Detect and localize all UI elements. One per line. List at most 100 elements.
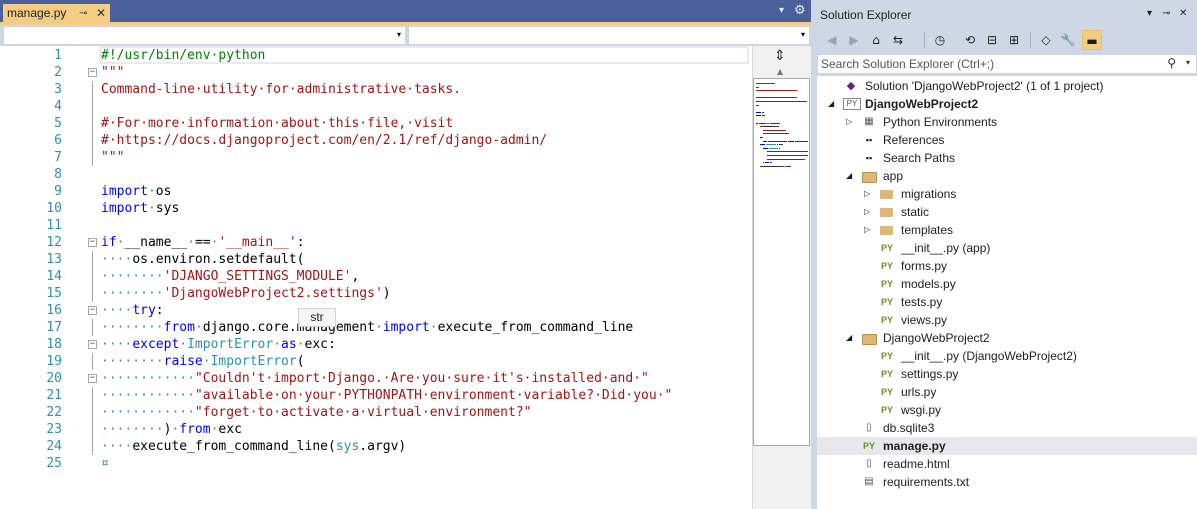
code-line[interactable]: 21 ············"available·on·your·PYTHONP… [0, 387, 752, 404]
minimap-stroke [762, 111, 765, 113]
tree-item[interactable]: PY tests.py [817, 293, 1197, 311]
tree-item[interactable]: ▷ ▦ Python Environments [817, 113, 1197, 131]
window-position-icon[interactable]: ▾ [1147, 8, 1152, 19]
tree-item[interactable]: ◢ app [817, 167, 1197, 185]
tree-item[interactable]: PY __init__.py (DjangoWebProject2) [817, 347, 1197, 365]
vertical-scrollbar[interactable]: ⇕ ▲ [752, 46, 811, 509]
code-line[interactable]: 10 import·sys [0, 200, 752, 217]
code-line[interactable]: 7 """ [0, 149, 752, 166]
switch-views-icon[interactable]: ⇆ [888, 30, 908, 50]
sync-icon[interactable]: ⟲ [960, 30, 980, 50]
tree-item[interactable]: ▯ db.sqlite3 [817, 419, 1197, 437]
code-text: ····try: [101, 302, 164, 319]
tree-item[interactable]: ▤ requirements.txt [817, 473, 1197, 491]
tree-item[interactable]: ▷ templates [817, 221, 1197, 239]
gear-icon[interactable]: ⚙ [794, 3, 806, 18]
wrench-icon[interactable]: 🔧 [1058, 30, 1078, 50]
tree-item[interactable]: ▯ readme.html [817, 455, 1197, 473]
code-text: """ [101, 64, 124, 81]
code-line[interactable]: 14 ········'DJANGO_SETTINGS_MODULE', [0, 268, 752, 285]
tree-item[interactable]: PY views.py [817, 311, 1197, 329]
pending-changes-icon[interactable]: ◷ [930, 30, 950, 50]
code-line[interactable]: 15 ········'DjangoWebProject2.settings') [0, 285, 752, 302]
code-line[interactable]: 4 [0, 98, 752, 115]
tree-item[interactable]: PY forms.py [817, 257, 1197, 275]
split-window-icon[interactable]: ⇕ [774, 48, 786, 64]
code-line[interactable]: 12− if·__name__·==·'__main__': [0, 234, 752, 251]
scope-dropdown[interactable]: ▾ [3, 26, 406, 45]
minimap-stroke [756, 101, 808, 102]
tab-manage-py[interactable]: manage.py ⊸ ✕ [3, 4, 110, 23]
code-text: Command-line·utility·for·administrative·… [101, 81, 461, 98]
code-line[interactable]: 17 ········from·django.core.management·im… [0, 319, 752, 336]
code-line[interactable]: 2 − """ [0, 64, 752, 81]
tree-item[interactable]: ◢ PY DjangoWebProject2 [817, 95, 1197, 113]
collapse-region-icon[interactable]: − [88, 238, 97, 247]
pin-icon[interactable]: ⊸ [79, 4, 87, 23]
scroll-up-icon[interactable]: ▲ [777, 67, 783, 76]
code-line[interactable]: 5 #·For·more·information·about·this·file,… [0, 115, 752, 132]
tree-item[interactable]: ◆ Solution 'DjangoWebProject2' (1 of 1 pr… [817, 77, 1197, 95]
member-dropdown[interactable]: ▾ [408, 26, 810, 45]
collapse-arrow-icon[interactable]: ◢ [846, 167, 856, 185]
code-line[interactable]: 1 #!/usr/bin/env·python [0, 47, 752, 64]
expand-arrow-icon[interactable]: ▷ [864, 185, 874, 203]
tree-item[interactable]: PY models.py [817, 275, 1197, 293]
preview-icon[interactable]: ◇ [1036, 30, 1056, 50]
chevron-down-icon[interactable]: ▾ [1186, 58, 1190, 67]
collapse-region-icon[interactable]: − [88, 306, 97, 315]
minimap-stroke [756, 97, 797, 99]
tree-item[interactable]: ▪▪ Search Paths [817, 149, 1197, 167]
tree-item[interactable]: PY settings.py [817, 365, 1197, 383]
close-icon[interactable]: ✕ [96, 4, 106, 23]
collapse-region-icon[interactable]: − [88, 68, 97, 77]
pin-icon[interactable]: ⊸ [1162, 8, 1170, 19]
code-line[interactable]: 3 Command-line·utility·for·administrative… [0, 81, 752, 98]
collapse-arrow-icon[interactable]: ◢ [846, 329, 856, 347]
tab-overflow-icon[interactable]: ▾ [779, 5, 784, 16]
expand-arrow-icon[interactable]: ▷ [864, 221, 874, 239]
code-line[interactable]: 20 − ············"Couldn't·import·Django.·… [0, 370, 752, 387]
code-line[interactable]: 8 [0, 166, 752, 183]
tree-item[interactable]: PY wsgi.py [817, 401, 1197, 419]
code-line[interactable]: 19 ········raise·ImportError( [0, 353, 752, 370]
code-line[interactable]: 16 − ····try: [0, 302, 752, 319]
forward-icon[interactable]: ▶ [844, 30, 864, 50]
code-editor[interactable]: 1 #!/usr/bin/env·python 2− """ 3 Command-line… [0, 46, 752, 509]
solution-explorer-search[interactable]: ⚲ ▾ [817, 54, 1197, 74]
tree-item[interactable]: PY urls.py [817, 383, 1197, 401]
collapse-region-icon[interactable]: − [88, 374, 97, 383]
code-line[interactable]: 13 ····os.environ.setdefault( [0, 251, 752, 268]
back-icon[interactable]: ◀ [822, 30, 842, 50]
search-icon[interactable]: ⚲ [1167, 56, 1176, 70]
home-icon[interactable]: ⌂ [866, 30, 886, 50]
code-line[interactable]: 23 ········)·from·exc [0, 421, 752, 438]
close-icon[interactable]: ✕ [1179, 8, 1187, 19]
code-line[interactable]: 6 #·https://docs.djangoproject.com/en/2.1… [0, 132, 752, 149]
preview-selected-items-icon[interactable]: ▬ [1082, 30, 1102, 50]
tree-item[interactable]: PY manage.py [817, 437, 1197, 455]
show-all-files-icon[interactable]: ⊞ [1004, 30, 1024, 50]
collapse-arrow-icon[interactable]: ◢ [828, 95, 838, 113]
expand-arrow-icon[interactable]: ▷ [846, 113, 856, 131]
collapse-region-icon[interactable]: − [88, 340, 97, 349]
tree-item[interactable]: PY __init__.py (app) [817, 239, 1197, 257]
code-line[interactable]: 11 [0, 217, 752, 234]
tree-item[interactable]: ▷ migrations [817, 185, 1197, 203]
tree-item[interactable]: ▪▪ References [817, 131, 1197, 149]
code-minimap[interactable] [753, 78, 810, 446]
minimap-stroke [778, 122, 780, 124]
code-line[interactable]: 18− ····except·ImportError·as·exc: [0, 336, 752, 353]
code-text: #!/usr/bin/env·python [101, 47, 265, 64]
tree-item[interactable]: ▷ static [817, 203, 1197, 221]
code-line[interactable]: 25 ¤ [0, 455, 752, 472]
folder-icon [879, 205, 895, 219]
code-line[interactable]: 9 import·os [0, 183, 752, 200]
expand-arrow-icon[interactable]: ▷ [864, 203, 874, 221]
code-line[interactable]: 22 ············"forget·to·activate·a·virt… [0, 404, 752, 421]
tree-item[interactable]: ◢ DjangoWebProject2 [817, 329, 1197, 347]
search-input[interactable] [821, 56, 1161, 72]
collapse-all-icon[interactable]: ⊟ [982, 30, 1002, 50]
outline-guide [92, 404, 93, 421]
code-line[interactable]: 24 ····execute_from_command_line(sys.argv… [0, 438, 752, 455]
